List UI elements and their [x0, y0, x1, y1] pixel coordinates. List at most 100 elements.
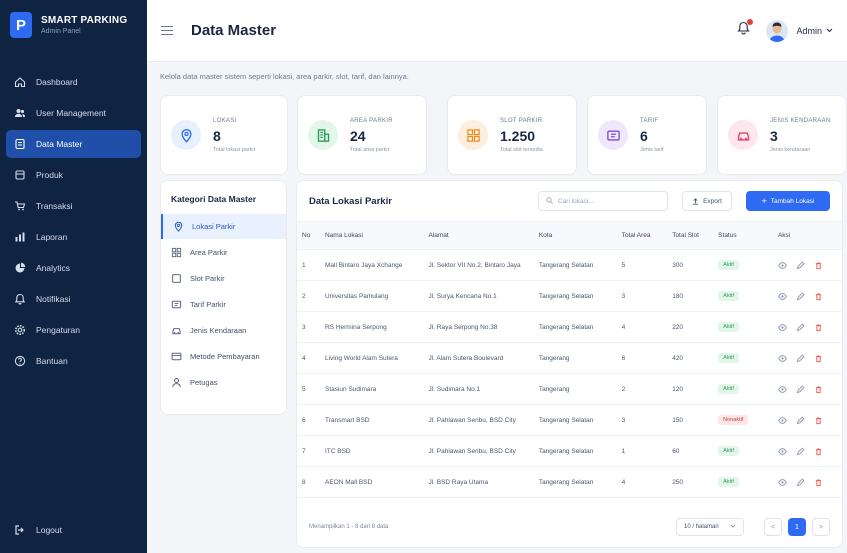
edit-icon[interactable]: [796, 291, 805, 301]
category-item-lokasi-parkir[interactable]: Lokasi Parkir: [161, 214, 286, 239]
export-button[interactable]: Export: [682, 191, 732, 211]
sidebar-item-label: Pengaturan: [36, 325, 80, 335]
building-icon: [308, 120, 338, 150]
table-cell: 5: [616, 249, 668, 281]
menu-toggle-icon[interactable]: [161, 23, 173, 38]
search-input[interactable]: Cari lokasi...: [538, 191, 668, 211]
avatar[interactable]: [766, 19, 789, 42]
prev-page-button[interactable]: <: [764, 518, 782, 536]
table-row[interactable]: 4 Living World Alam Sutera Jl. Alam Sutera…: [297, 342, 842, 374]
per-page-label: 10 / halaman: [684, 524, 719, 530]
delete-icon[interactable]: [814, 447, 823, 456]
chevron-down-icon: [730, 524, 736, 530]
stat-card-tarif: TARIF 6 Jenis tarif: [587, 95, 707, 175]
view-icon[interactable]: [778, 354, 787, 363]
sidebar-item-label: Data Master: [36, 139, 83, 149]
sidebar-item-transaksi[interactable]: Transaksi: [6, 192, 141, 220]
table-cell: RS Hermina Serpong: [319, 311, 424, 343]
sidebar-item-laporan[interactable]: Laporan: [6, 223, 141, 251]
logout-button[interactable]: Logout: [6, 517, 70, 543]
pie-chart-icon: [14, 262, 26, 274]
notification-bell-icon[interactable]: [737, 19, 754, 40]
top-header: Data Master Admin: [147, 0, 847, 62]
edit-icon[interactable]: [796, 322, 805, 332]
table-cell: AEON Mall BSD: [319, 466, 424, 498]
sidebar-item-label: Bantuan: [36, 356, 68, 366]
table-cell: Jl. Alam Sutera Boulevard: [423, 342, 534, 374]
table-cell: 3: [616, 280, 668, 312]
delete-icon[interactable]: [814, 261, 823, 270]
table-row[interactable]: 3 RS Hermina Serpong Jl. Raya Serpong No.3…: [297, 311, 842, 343]
column-header: Total Area: [616, 221, 668, 250]
table-row[interactable]: 2 Universitas Pamulang Jl. Surya Kencana N…: [297, 280, 842, 312]
edit-icon[interactable]: [796, 260, 805, 270]
sidebar-item-bantuan[interactable]: Bantuan: [6, 347, 141, 375]
edit-icon[interactable]: [796, 415, 805, 425]
table-row[interactable]: 6 Transmart BSD Jl. Pahlawan Seribu, BSD C…: [297, 404, 842, 436]
status-badge: Aktif: [718, 446, 739, 456]
page-button[interactable]: 1: [788, 518, 806, 536]
sidebar-item-pengaturan[interactable]: Pengaturan: [6, 316, 141, 344]
delete-icon[interactable]: [814, 478, 823, 487]
category-item-jenis-kendaraan[interactable]: Jenis Kendaraan: [161, 318, 286, 343]
table-cell: 1: [297, 249, 320, 281]
delete-icon[interactable]: [814, 292, 823, 301]
table-row[interactable]: 1 Mall Bintaro Jaya Xchange Jl. Sektor VII…: [297, 249, 842, 281]
category-item-petugas[interactable]: Petugas: [161, 370, 286, 395]
delete-icon[interactable]: [814, 385, 823, 394]
column-header: Nama Lokasi: [319, 221, 424, 250]
sidebar-item-analytics[interactable]: Analytics: [6, 254, 141, 282]
view-icon[interactable]: [778, 323, 787, 332]
per-page-select[interactable]: 10 / halaman: [676, 518, 744, 536]
chevron-down-icon[interactable]: [826, 28, 833, 33]
category-item-slot-parkir[interactable]: Slot Parkir: [161, 266, 286, 291]
users-icon: [14, 107, 26, 119]
category-item-label: Lokasi Parkir: [192, 222, 236, 231]
column-header: Total Slot: [667, 221, 714, 250]
view-icon[interactable]: [778, 416, 787, 425]
view-icon[interactable]: [778, 385, 787, 394]
actions-cell: [772, 435, 842, 467]
sidebar-item-label: Transaksi: [36, 201, 73, 211]
view-icon[interactable]: [778, 478, 787, 487]
column-header: Status: [713, 221, 773, 250]
sidebar-item-notifikasi[interactable]: Notifikasi: [6, 285, 141, 313]
table-cell: Jl. Raya Serpong No.38: [423, 311, 534, 343]
view-icon[interactable]: [778, 292, 787, 301]
edit-icon[interactable]: [796, 384, 805, 394]
table-cell: 300: [667, 249, 714, 281]
category-item-tarif-parkir[interactable]: Tarif Parkir: [161, 292, 286, 317]
table-cell: Jl. BSD Raya Utama: [423, 466, 534, 498]
delete-icon[interactable]: [814, 354, 823, 363]
table-row[interactable]: 8 AEON Mall BSD Jl. BSD Raya Utama Tangeran…: [297, 466, 842, 498]
user-name[interactable]: Admin: [796, 26, 822, 36]
delete-icon[interactable]: [814, 323, 823, 332]
pagination: <1 >: [764, 518, 830, 536]
sidebar-item-user-management[interactable]: User Management: [6, 99, 141, 127]
view-icon[interactable]: [778, 447, 787, 456]
table-cell: Tangerang Selatan: [533, 404, 617, 436]
search-placeholder: Cari lokasi...: [558, 197, 594, 205]
delete-icon[interactable]: [814, 416, 823, 425]
status-cell: Aktif: [713, 342, 773, 374]
sidebar-item-dashboard[interactable]: Dashboard: [6, 68, 141, 96]
table-row[interactable]: 5 Stasiun Sudimara Jl. Sudimara No.1 Tanger…: [297, 373, 842, 405]
next-page-button[interactable]: >: [812, 518, 830, 536]
table-row[interactable]: 7 ITC BSD Jl. Pahlawan Seribu, BSD City Tan…: [297, 435, 842, 467]
edit-icon[interactable]: [796, 446, 805, 456]
edit-icon[interactable]: [796, 353, 805, 363]
table-cell: 5: [297, 373, 320, 405]
sidebar-item-data-master[interactable]: Data Master: [6, 130, 141, 158]
edit-icon[interactable]: [796, 477, 805, 487]
table-cell: 8: [297, 466, 320, 498]
table-cell: Jl. Pahlawan Seribu, BSD City: [423, 435, 534, 467]
category-item-metode-pembayaran[interactable]: Metode Pembayaran: [161, 344, 286, 369]
view-icon[interactable]: [778, 261, 787, 270]
car-icon: [728, 120, 758, 150]
sidebar-item-produk[interactable]: Produk: [6, 161, 141, 189]
table-cell: Tangerang Selatan: [533, 249, 617, 281]
grid-icon: [458, 120, 488, 150]
category-item-area-parkir[interactable]: Area Parkir: [161, 240, 286, 265]
plus-icon: +: [761, 196, 767, 206]
add-location-button[interactable]: + Tambah Lokasi: [746, 191, 830, 211]
